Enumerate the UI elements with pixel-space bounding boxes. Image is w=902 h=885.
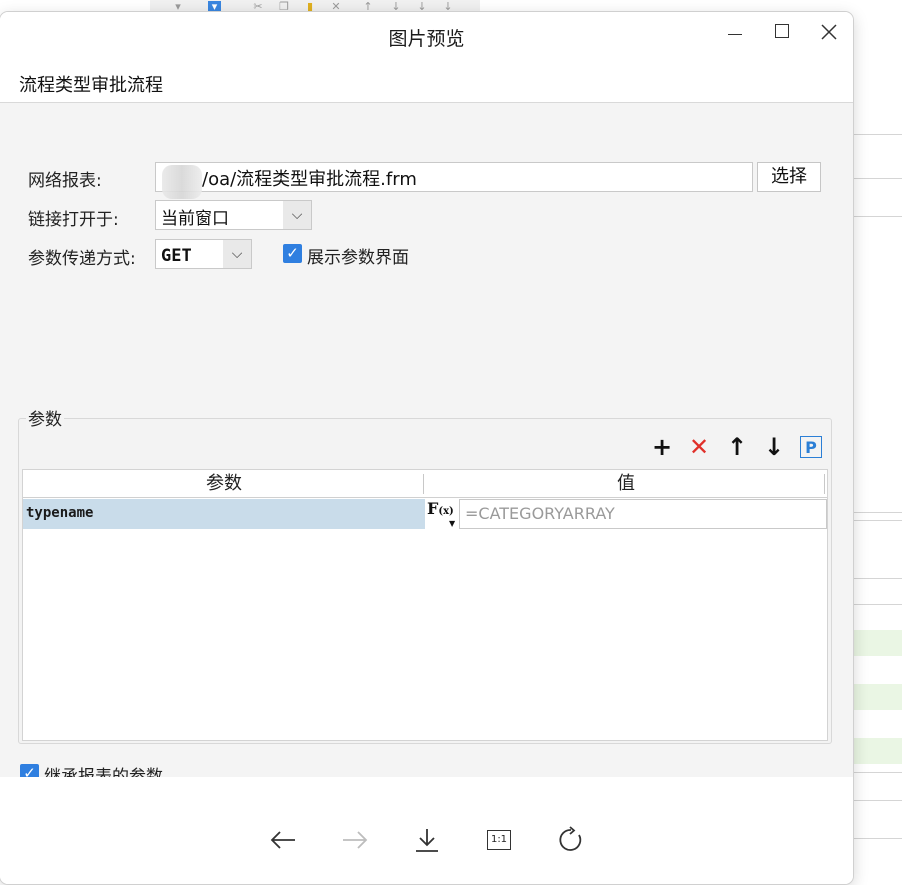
download-button[interactable]	[407, 820, 447, 860]
close-icon	[821, 24, 837, 40]
chevron-down-icon: ⌵	[283, 201, 311, 229]
maximize-button[interactable]	[760, 18, 804, 52]
next-button[interactable]	[335, 820, 375, 860]
inherit-params-checkbox[interactable]: ✓	[20, 764, 39, 777]
param-method-select[interactable]: GET ⌵	[155, 239, 252, 269]
actual-size-icon: 1:1	[487, 830, 511, 850]
rotate-icon	[559, 826, 582, 851]
show-param-ui-checkbox[interactable]: ✓	[283, 244, 302, 263]
actual-size-button[interactable]: 1:1	[479, 820, 519, 860]
maximize-icon	[775, 24, 789, 38]
param-method-value: GET	[161, 246, 192, 266]
param-p-icon[interactable]: P	[800, 436, 822, 458]
column-header-param: 参数	[23, 470, 425, 498]
formula-f: F	[427, 499, 439, 518]
chevron-down-icon: ⌵	[223, 240, 251, 268]
add-icon[interactable]: +	[649, 433, 675, 461]
close-button[interactable]	[807, 18, 851, 52]
column-header-value: 值	[425, 470, 827, 498]
inherit-params-label: 继承报表的参数	[44, 767, 163, 777]
dialog-header: 流程类型审批流程	[0, 62, 853, 103]
arrow-left-icon	[270, 831, 295, 849]
previous-button[interactable]	[263, 820, 303, 860]
param-value-cell[interactable]: =CATEGORYARRAY	[459, 499, 827, 529]
web-report-label: 网络报表:	[28, 171, 102, 191]
redacted-path	[162, 165, 202, 199]
params-table: 参数 值 typename F(x) ▼ =CATEGORYARRAY	[22, 469, 828, 741]
title-bar: 图片预览	[0, 12, 853, 62]
rotate-button[interactable]	[551, 820, 591, 860]
param-name-cell[interactable]: typename	[23, 499, 425, 529]
column-separator	[423, 474, 424, 494]
param-name: typename	[26, 505, 94, 521]
param-value: =CATEGORYARRAY	[465, 504, 615, 523]
delete-icon[interactable]: ✕	[686, 433, 712, 461]
download-icon	[416, 829, 438, 852]
image-preview-window: 图片预览 流程类型审批流程 网络报表: /oa/流程类型审批流程.frm 选择 …	[0, 12, 853, 884]
open-in-label: 链接打开于:	[28, 210, 119, 230]
formula-x: (x)	[438, 506, 454, 517]
formula-button[interactable]: F(x) ▼	[427, 499, 457, 529]
choose-button[interactable]: 选择	[757, 162, 821, 192]
arrow-right-icon	[343, 831, 368, 849]
inherit-params-option[interactable]: ✓ 继承报表的参数	[20, 761, 220, 777]
minimize-button[interactable]	[713, 18, 757, 52]
viewer-toolbar: 1:1	[0, 794, 853, 884]
dialog-header-title: 流程类型审批流程	[19, 75, 163, 96]
formula-dropdown-icon: ▼	[449, 518, 456, 528]
params-group-title: 参数	[26, 405, 64, 430]
param-method-label: 参数传递方式:	[28, 249, 136, 269]
move-up-icon[interactable]: ↑	[724, 433, 750, 461]
open-in-value: 当前窗口	[161, 209, 229, 229]
preview-image: 流程类型审批流程 网络报表: /oa/流程类型审批流程.frm 选择 链接打开于…	[0, 62, 853, 844]
open-in-select[interactable]: 当前窗口 ⌵	[155, 200, 312, 230]
web-report-field[interactable]: /oa/流程类型审批流程.frm	[155, 162, 753, 199]
minimize-icon	[728, 33, 742, 35]
background-app-right	[853, 0, 902, 885]
show-param-ui-label: 展示参数界面	[307, 248, 409, 268]
move-down-icon[interactable]: ↓	[761, 433, 787, 461]
column-separator	[824, 474, 825, 494]
web-report-value: /oa/流程类型审批流程.frm	[202, 169, 417, 190]
table-row[interactable]: typename F(x) ▼ =CATEGORYARRAY	[23, 499, 827, 529]
